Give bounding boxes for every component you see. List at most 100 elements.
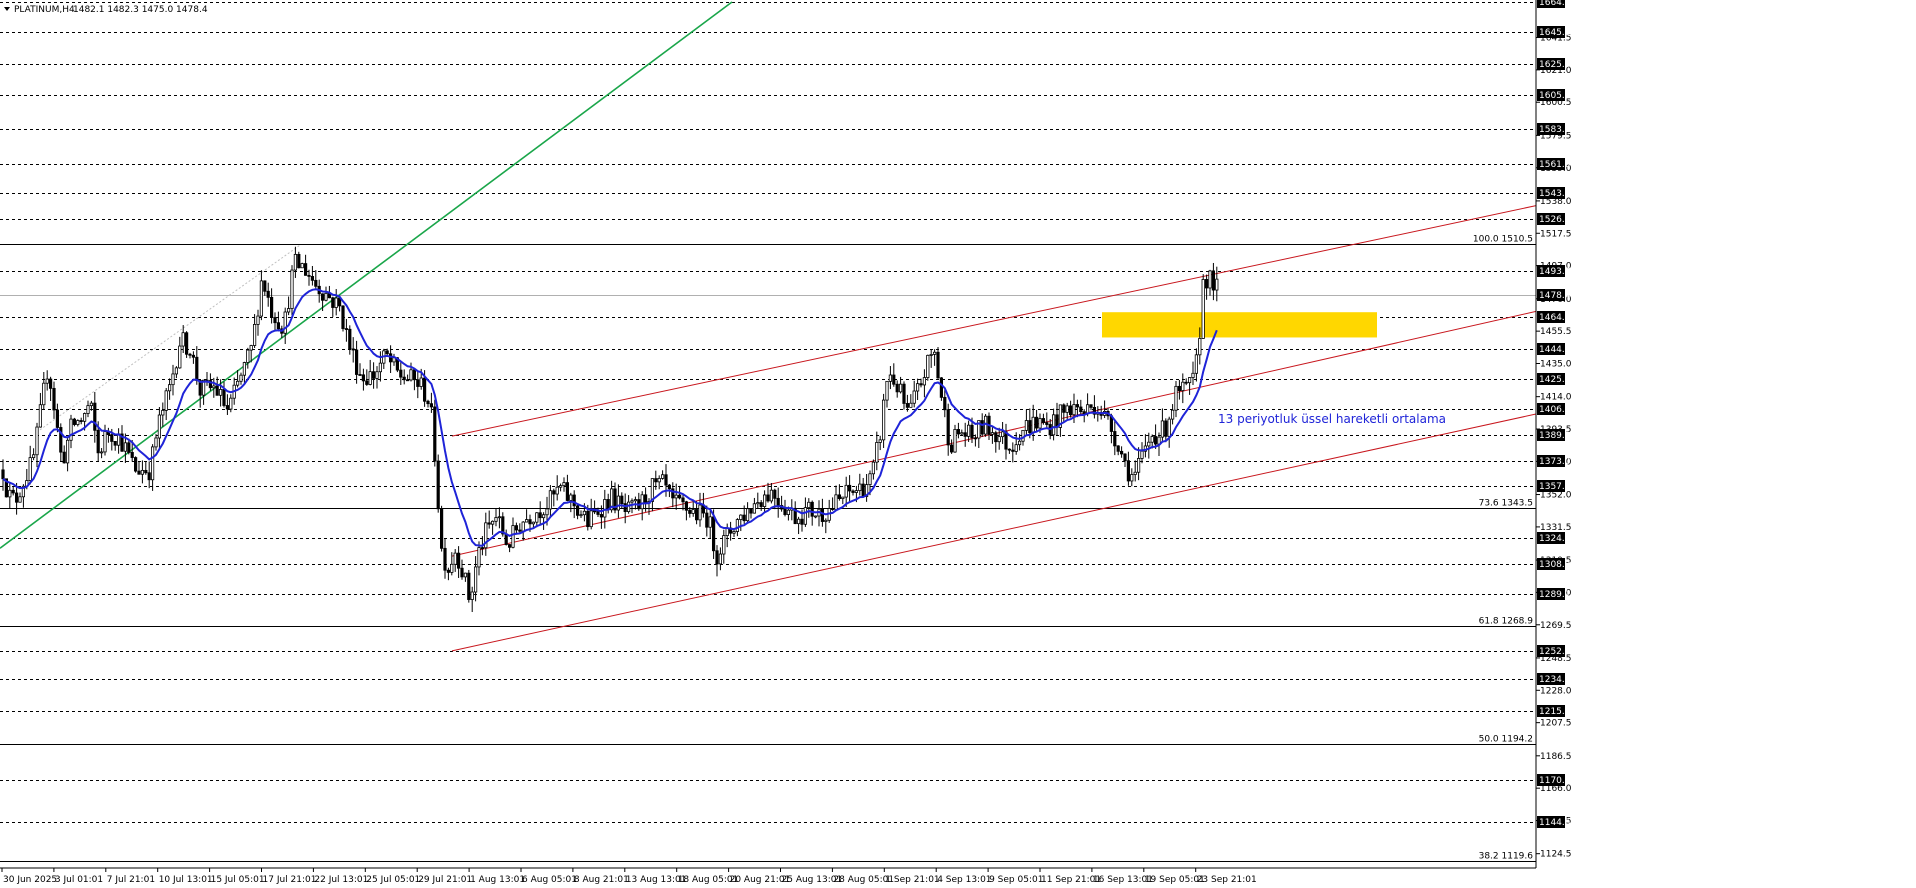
price-level-label-23: 1170.9: [1539, 776, 1571, 786]
candle-body-341: [1160, 420, 1164, 438]
price-level-label-6: 1543.1: [1539, 189, 1571, 199]
price-level-label-1: 1645.1: [1539, 28, 1571, 38]
candle-body-97: [331, 297, 335, 308]
candle-body-133: [453, 552, 457, 565]
y-tick-label-6: 1517.5: [1540, 229, 1572, 239]
candle-body-20: [69, 418, 73, 441]
x-tick-label-10: 6 Aug 05:01: [522, 875, 577, 885]
x-tick-label-5: 17 Jul 21:01: [263, 875, 317, 885]
fib-label-0: 100.0 1510.5: [1473, 235, 1533, 245]
candle-body-28: [96, 429, 100, 454]
price-level-label-5: 1561.5: [1539, 160, 1571, 170]
candle-body-348: [1184, 381, 1188, 384]
candle-body-347: [1181, 381, 1185, 391]
price-level-label-14: 1389.9: [1539, 431, 1571, 441]
candle-body-334: [1137, 458, 1141, 473]
candle-body-351: [1194, 354, 1198, 374]
candle-body-186: [633, 499, 638, 502]
candle-body-166: [565, 482, 570, 501]
candle-body-143: [487, 522, 491, 525]
candle-body-331: [1126, 460, 1130, 482]
candle-body-241: [820, 508, 825, 522]
candle-body-332: [1130, 474, 1134, 482]
candle-body-107: [365, 380, 369, 385]
y-tick-label-25: 1124.5: [1540, 850, 1572, 860]
candle-body-285: [970, 424, 974, 439]
price-level-label-21: 1234.9: [1539, 675, 1571, 685]
candle-body-74: [252, 324, 257, 346]
candle-body-288: [980, 420, 984, 435]
candle-body-237: [807, 501, 811, 508]
candle-body-54: [184, 332, 189, 355]
candle-body-200: [681, 497, 685, 503]
candle-body-195: [664, 474, 668, 486]
candle-body-245: [834, 494, 838, 510]
candle-body-10: [35, 426, 39, 456]
candle-body-313: [1065, 405, 1069, 413]
candle-body-234: [797, 518, 801, 525]
y-tick-label-9: 1455.5: [1540, 327, 1572, 337]
candle-body-172: [586, 510, 590, 528]
candle-body-244: [831, 508, 835, 510]
candle-body-127: [433, 406, 437, 462]
symbol-label: PLATINUM,H4: [14, 5, 75, 15]
candle-body-158: [538, 512, 542, 519]
candle-body-182: [620, 495, 624, 505]
candle-body-92: [314, 279, 318, 287]
candle-body-22: [76, 420, 80, 425]
candle-body-16: [55, 409, 60, 428]
candle-body-286: [973, 437, 978, 440]
candle-body-85: [290, 269, 294, 309]
candle-body-106: [361, 374, 366, 382]
candle-body-5: [18, 496, 22, 503]
candle-body-176: [599, 514, 604, 518]
candle-body-204: [695, 509, 699, 521]
candle-body-44: [150, 446, 155, 481]
candle-body-304: [1035, 416, 1039, 429]
candle-body-231: [786, 509, 791, 515]
candle-body-212: [722, 535, 726, 555]
candle-body-303: [1031, 416, 1035, 434]
candle-body-160: [545, 508, 549, 516]
y-tick-label-10: 1435.0: [1540, 360, 1572, 370]
candle-body-84: [286, 308, 291, 313]
candle-body-222: [756, 502, 760, 505]
price-level-label-11: 1444.0: [1539, 345, 1571, 355]
candle-body-141: [480, 547, 485, 549]
fib-label-2: 61.8 1268.9: [1479, 617, 1534, 627]
candle-body-13: [45, 378, 49, 384]
y-tick-label-15: 1331.5: [1540, 523, 1572, 533]
candle-body-260: [885, 380, 889, 401]
candle-body-189: [644, 494, 648, 504]
candle-body-197: [671, 488, 675, 499]
candle-body-51: [174, 367, 178, 375]
candle-body-352: [1198, 338, 1202, 356]
candle-body-136: [463, 572, 468, 578]
candle-body-71: [242, 362, 246, 376]
candle-body-203: [691, 509, 695, 514]
candle-body-88: [300, 263, 304, 269]
candle-body-120: [409, 369, 413, 381]
candle-body-354: [1205, 279, 1209, 289]
candle-body-277: [943, 396, 947, 411]
candle-body-75: [256, 315, 260, 325]
price-level-label-13: 1406.1: [1539, 405, 1571, 415]
x-tick-label-18: 4 Sep 13:01: [937, 875, 991, 885]
candle-body-81: [276, 322, 281, 330]
candle-body-76: [259, 280, 264, 317]
candle-body-86: [293, 253, 298, 271]
candle-body-144: [490, 520, 495, 525]
candle-body-48: [164, 390, 168, 411]
x-tick-label-4: 15 Jul 05:01: [211, 875, 265, 885]
candle-body-64: [218, 389, 223, 396]
price-level-label-3: 1605.1: [1539, 91, 1571, 101]
candle-body-264: [899, 383, 903, 393]
candle-body-139: [473, 566, 478, 593]
candle-body-248: [844, 484, 848, 498]
candle-body-168: [572, 494, 576, 507]
candle-body-177: [603, 499, 607, 518]
platinum-h4-chart: 100.0 1510.5 73.6 1343.5 61.8 1268.9 50.0 1…: [0, 0, 1916, 888]
candle-body-72: [246, 349, 250, 363]
candle-body-252: [858, 483, 862, 492]
candle-body-26: [89, 402, 93, 407]
